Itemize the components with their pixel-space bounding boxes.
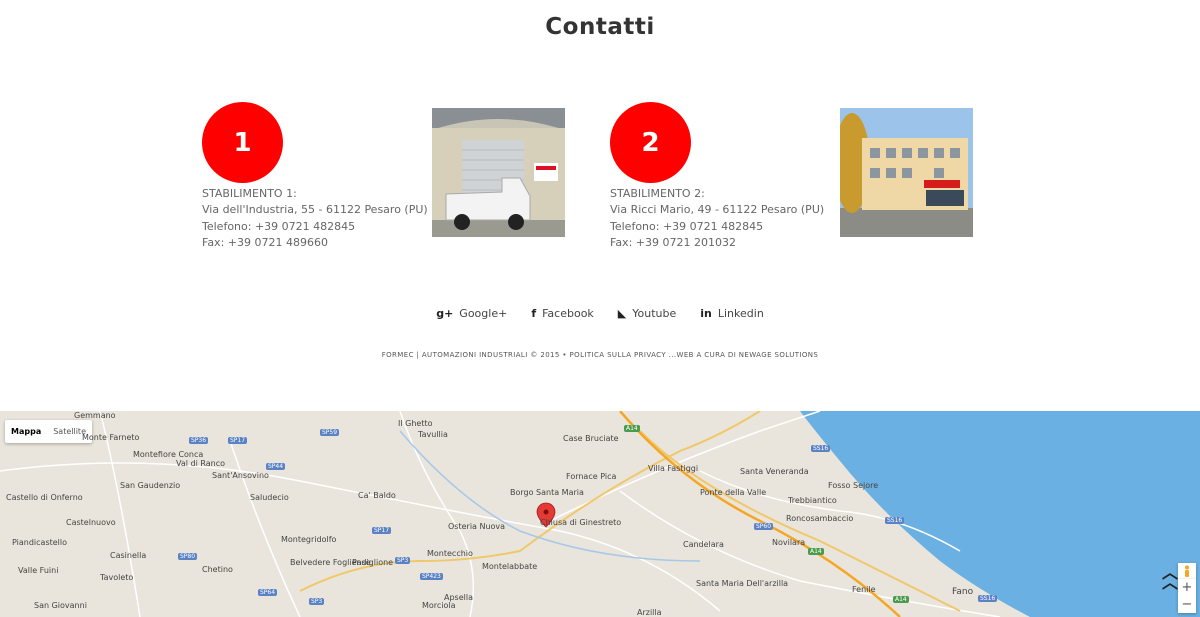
road-shield: SS16 <box>885 517 905 524</box>
road-shield: SP17 <box>372 527 392 534</box>
road-shield: SP44 <box>266 463 286 470</box>
location-1-name: STABILIMENTO 1: <box>202 187 297 200</box>
map-place: Padiglione <box>352 558 394 567</box>
map-place: Ponte della Valle <box>700 488 767 497</box>
map-place: Case Bruciate <box>563 434 619 443</box>
map-place: Candelara <box>683 540 724 549</box>
location-2-number-badge: 2 <box>610 102 691 183</box>
map-place: Montecchio <box>427 549 473 558</box>
map-place: Fosso Sejore <box>828 481 879 490</box>
map-place: Novilara <box>772 538 806 547</box>
zoom-out-button[interactable]: − <box>1178 596 1196 613</box>
linkedin-label: Linkedin <box>717 307 764 320</box>
road-shield: SS16 <box>978 595 998 602</box>
map-place: Piandicastello <box>12 538 68 547</box>
map-zoom-control: + − <box>1178 579 1196 613</box>
location-1-info: STABILIMENTO 1: Via dell'Industria, 55 -… <box>202 186 428 251</box>
map-place: Casinella <box>110 551 147 560</box>
social-links: g+ Google+ f Facebook ◣ Youtube in Linke… <box>0 307 1200 320</box>
map-place: Il Ghetto <box>398 419 433 428</box>
location-1-fax: Fax: +39 0721 489660 <box>202 235 328 249</box>
map-place: Fenile <box>852 585 876 594</box>
linkedin-link[interactable]: in Linkedin <box>700 307 764 320</box>
road-shield: SP36 <box>189 437 209 444</box>
google-plus-icon: g+ <box>436 307 454 320</box>
map-place: Morciola <box>422 601 456 610</box>
facebook-link[interactable]: f Facebook <box>531 307 593 320</box>
double-chevron-up-icon: ︿ ︿ <box>1161 563 1178 592</box>
location-2-name: STABILIMENTO 2: <box>610 187 705 200</box>
map-place: Tavullia <box>418 430 448 439</box>
road-shield: SP17 <box>228 437 248 444</box>
road-shield: SP60 <box>754 523 774 530</box>
map-place: Monte Farneto <box>82 433 140 442</box>
map-place: Borgo Santa Maria <box>510 488 584 497</box>
map-place: Gemmano <box>74 411 116 420</box>
location-1-number-badge: 1 <box>202 102 283 183</box>
map-place: Saludecio <box>250 493 289 502</box>
map-type-control: Mappa Satellite <box>5 420 92 443</box>
map-place: Chetino <box>202 565 233 574</box>
location-1-phone: Telefono: +39 0721 482845 <box>202 219 356 233</box>
footer-credits: FORMEC | AUTOMAZIONI INDUSTRIALI © 2015 … <box>381 351 819 359</box>
facebook-label: Facebook <box>542 307 594 320</box>
scroll-to-top-button[interactable]: ︿ ︿ <box>1162 565 1178 591</box>
location-2-address: Via Ricci Mario, 49 - 61122 Pesaro (PU) <box>610 203 825 217</box>
road-shield: SP59 <box>320 429 340 436</box>
map-place: Castelnuovo <box>66 518 116 527</box>
road-shield: SP80 <box>178 553 198 560</box>
road-shield: SP423 <box>420 573 443 580</box>
map-place: Tavoleto <box>100 573 134 582</box>
map-place: Roncosambaccio <box>786 514 854 523</box>
location-2-info: STABILIMENTO 2: Via Ricci Mario, 49 - 61… <box>610 186 824 251</box>
road-shield: SS16 <box>811 445 831 452</box>
road-shield: SP3 <box>309 598 325 605</box>
rss-icon: ◣ <box>617 307 627 320</box>
road-shield: SP64 <box>258 589 278 596</box>
map-place: Arzilla <box>637 608 662 617</box>
road-shield: A14 <box>893 596 909 603</box>
map-place: Villa Fastiggi <box>648 464 699 473</box>
map-place: Santa Maria Dell'arzilla <box>696 579 789 588</box>
map-place: San Gaudenzio <box>120 481 181 490</box>
map-place: Montelabbate <box>482 562 538 571</box>
map-place: San Giovanni <box>34 601 87 610</box>
map-place: Val di Ranco <box>176 459 226 468</box>
map-place: Chiusa di Ginestreto <box>540 518 622 527</box>
map-type-mappa-button[interactable]: Mappa <box>5 420 47 443</box>
location-1-address: Via dell'Industria, 55 - 61122 Pesaro (P… <box>202 203 428 217</box>
youtube-link[interactable]: ◣ Youtube <box>618 307 676 320</box>
location-2-photo <box>840 108 973 237</box>
map-place: Valle Fuini <box>18 566 59 575</box>
map-place: Santa Veneranda <box>740 467 809 476</box>
location-2-phone: Telefono: +39 0721 482845 <box>610 219 764 233</box>
map-place: Fornace Pica <box>566 472 617 481</box>
map-place: Sant'Ansovino <box>212 471 269 480</box>
street-view-pegman[interactable] <box>1178 563 1196 579</box>
google-plus-link[interactable]: g+ Google+ <box>436 307 507 320</box>
page-title: Contatti <box>545 14 655 40</box>
location-2-fax: Fax: +39 0721 201032 <box>610 235 736 249</box>
map-place: Montefiore Conca <box>133 450 204 459</box>
zoom-in-button[interactable]: + <box>1178 579 1196 596</box>
pegman-icon <box>1185 565 1189 577</box>
google-plus-label: Google+ <box>459 307 508 320</box>
road-shield: A14 <box>624 425 640 432</box>
linkedin-icon: in <box>700 307 712 320</box>
youtube-label: Youtube <box>632 307 677 320</box>
google-map[interactable]: Mappa Satellite Gemmano Monte Farneto Mo… <box>0 411 1200 617</box>
road-shield: SP3 <box>395 557 411 564</box>
map-place: Castello di Onferno <box>6 493 83 502</box>
facebook-icon: f <box>531 307 537 320</box>
road-shield: A14 <box>808 548 824 555</box>
map-place: Osteria Nuova <box>448 522 506 531</box>
map-place: Montegridolfo <box>281 535 337 544</box>
map-place: Trebbiantico <box>788 496 837 505</box>
map-place: Ca' Baldo <box>358 491 396 500</box>
map-place: Fano <box>952 587 974 597</box>
location-1-photo <box>432 108 565 237</box>
